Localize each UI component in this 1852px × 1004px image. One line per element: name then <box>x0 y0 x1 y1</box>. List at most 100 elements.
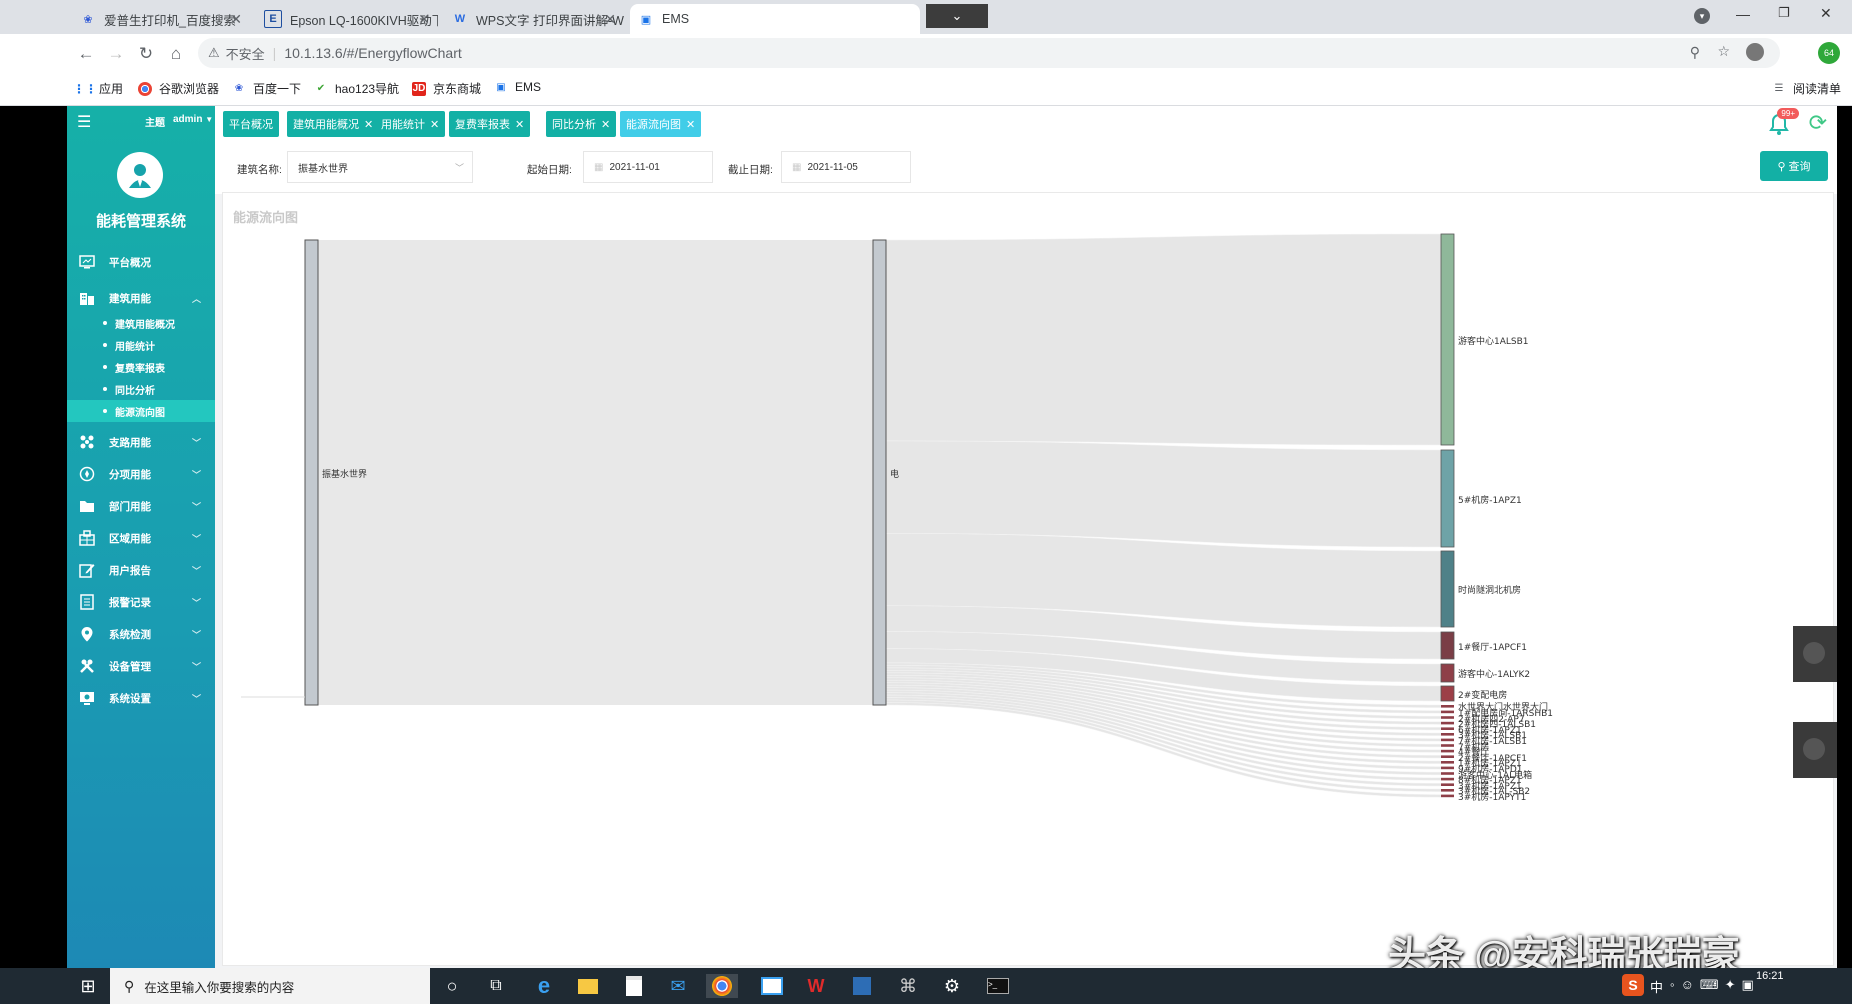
sidebar-subitem-overview[interactable]: 建筑用能概况 <box>67 312 215 334</box>
mail-icon[interactable]: ✉ <box>666 974 690 998</box>
sidebar-subitem-energy-flow[interactable]: 能源流向图 <box>67 400 215 422</box>
cortana-icon[interactable]: ○ <box>440 974 464 998</box>
chart-panel: 能源流向图 振基水世界电游客中心1ALSB1 5#机房-1APZ1 时尚隧洞北机房 1… <box>222 192 1834 966</box>
bookmark-baidu[interactable]: ❀ 百度一下 <box>232 80 301 97</box>
back-icon[interactable]: ← <box>74 42 98 66</box>
floating-video-button[interactable] <box>1793 722 1837 778</box>
sankey-node-target <box>1441 755 1454 758</box>
window-close-icon[interactable]: ✕ <box>1820 5 1832 22</box>
start-date-input[interactable]: ▦ 2021-11-01 <box>583 151 713 183</box>
tab-search-dropdown-button[interactable]: ⌄ <box>926 4 988 28</box>
sidebar-item-report[interactable]: 用户报告 ﹀ <box>67 556 215 584</box>
page-tab-yoy[interactable]: 同比分析 ✕ <box>546 111 617 137</box>
edge-icon[interactable]: e <box>532 973 556 998</box>
chrome-icon[interactable] <box>706 974 738 998</box>
close-tab-icon[interactable]: ✕ <box>418 11 430 28</box>
bookmark-chrome[interactable]: 谷歌浏览器 <box>138 80 219 97</box>
sidebar-item-building[interactable]: 建筑用能 ︿ <box>67 284 215 312</box>
bookmark-apps[interactable]: ⋮⋮ 应用 <box>73 80 123 97</box>
paint-icon[interactable] <box>850 974 874 998</box>
browser-tab-title: 爱普生打印机_百度搜索 <box>104 13 236 28</box>
extension-badge[interactable]: 64 <box>1818 42 1840 64</box>
home-icon[interactable]: ⌂ <box>164 42 188 66</box>
close-tab-icon[interactable]: ✕ <box>515 118 524 131</box>
network-tool-icon[interactable]: ⌘ <box>896 974 920 998</box>
page-tab-statistics[interactable]: 用能统计 ✕ <box>375 111 446 137</box>
url-text: 10.1.13.6/#/EnergyflowChart <box>284 45 462 61</box>
chevron-down-icon: ﹀ <box>454 163 464 173</box>
terminal-icon[interactable]: >_ <box>986 974 1010 998</box>
sidebar-item-device[interactable]: 设备管理 ﹀ <box>67 652 215 680</box>
zoom-icon[interactable]: ⚲ <box>1690 44 1700 61</box>
sidebar-item-detection[interactable]: 系统检测 ﹀ <box>67 620 215 648</box>
ime-language[interactable]: 中 <box>1650 977 1663 996</box>
hamburger-menu-icon[interactable]: ☰ <box>77 112 91 132</box>
search-button[interactable]: ⚲ 查询 <box>1760 151 1828 181</box>
browser-tab-epson[interactable]: E Epson LQ-1600KIVH驱动下载 ✕ <box>256 4 438 34</box>
close-tab-icon[interactable]: ✕ <box>601 118 610 131</box>
refresh-icon[interactable]: ⟳ <box>1809 110 1827 136</box>
gear-icon[interactable]: ⚙ <box>940 974 964 998</box>
close-tab-icon[interactable]: ✕ <box>230 11 242 28</box>
media-icon[interactable]: ▾ <box>1694 8 1710 24</box>
file-explorer-icon[interactable] <box>576 974 600 998</box>
floating-video-button[interactable] <box>1793 626 1837 682</box>
sidebar-subitem-yoy[interactable]: 同比分析 <box>67 378 215 400</box>
sidebar-item-itemized[interactable]: 分项用能 ﹀ <box>67 460 215 488</box>
baidu-icon: ❀ <box>234 83 244 94</box>
close-tab-icon[interactable]: ✕ <box>364 118 373 131</box>
caret-down-icon: ▼ <box>205 115 214 124</box>
sidebar-subitem-rate-report[interactable]: 复费率报表 <box>67 356 215 378</box>
sidebar-item-region[interactable]: 区域用能 ﹀ <box>67 524 215 552</box>
windows-start-icon[interactable]: ⊞ <box>76 974 100 998</box>
reading-list-icon: ☰ <box>1774 83 1784 94</box>
browser-tab-ems[interactable]: ▣ EMS <box>630 4 920 34</box>
store-icon[interactable] <box>622 974 646 998</box>
tray-icons[interactable]: ◦☺⌨✦▣ <box>1670 977 1760 993</box>
sankey-node-target <box>1441 710 1454 714</box>
browser-tab-baidu[interactable]: ❀ 爱普生打印机_百度搜索 ✕ <box>72 4 250 34</box>
sogou-ime-icon[interactable]: S <box>1622 974 1644 996</box>
close-tab-icon[interactable]: ✕ <box>430 118 439 131</box>
sankey-link <box>318 240 873 705</box>
chevron-up-icon: ︿ <box>191 294 201 304</box>
restore-icon[interactable]: ❐ <box>1778 5 1790 21</box>
sidebar-item-alarm[interactable]: 报警记录 ﹀ <box>67 588 215 616</box>
browser-tab-wps[interactable]: W WPS文字 打印界面讲解-WPS学 ✕ <box>444 4 624 34</box>
forward-icon[interactable]: → <box>104 42 128 66</box>
minimize-icon[interactable]: — <box>1736 6 1750 22</box>
calendar-icon: ▦ <box>792 161 802 173</box>
taskbar-search[interactable]: ⚲ 在这里输入你要搜索的内容 <box>110 968 430 1004</box>
sidebar-item-settings[interactable]: 系统设置 ﹀ <box>67 684 215 712</box>
filter-bar: 建筑名称: 振基水世界 ﹀ 起始日期: ▦ 2021-11-01 截止日期: ▦… <box>215 142 1837 194</box>
reading-list[interactable]: ☰ 阅读清单 <box>1772 80 1842 97</box>
bookmark-jd[interactable]: JD 京东商城 <box>412 80 481 97</box>
bookmark-star-icon[interactable]: ☆ <box>1717 43 1730 60</box>
theme-switcher[interactable]: 主题 <box>145 114 165 129</box>
close-tab-icon[interactable]: ✕ <box>686 118 695 131</box>
bookmark-hao123[interactable]: ✔ hao123导航 <box>314 80 399 97</box>
task-view-icon[interactable]: ⧉ <box>484 974 508 998</box>
building-select[interactable]: 振基水世界 ﹀ <box>287 151 473 183</box>
page-tab-energy-flow[interactable]: 能源流向图 ✕ <box>620 111 702 137</box>
system-name: 能耗管理系统 <box>95 213 186 230</box>
url-omnibox[interactable]: ⚠ 不安全 | 10.1.13.6/#/EnergyflowChart ⚲ ☆ <box>198 38 1780 68</box>
chevron-down-icon: ﹀ <box>191 502 201 512</box>
sidebar-item-platform[interactable]: 平台概况 <box>67 248 215 276</box>
sidebar-subitem-statistics[interactable]: 用能统计 <box>67 334 215 356</box>
user-menu[interactable]: admin ▼ <box>173 114 213 125</box>
sankey-label-target: 游客中心1ALSB1 <box>1458 336 1529 347</box>
page-tab-platform[interactable]: 平台概况 <box>223 111 279 137</box>
app-window-icon[interactable] <box>760 974 784 998</box>
sidebar-item-department[interactable]: 部门用能 ﹀ <box>67 492 215 520</box>
profile-avatar-icon[interactable] <box>1746 43 1764 61</box>
page-tab-building-overview[interactable]: 建筑用能概况 ✕ <box>287 111 380 137</box>
ems-icon: ▣ <box>496 81 506 93</box>
page-tab-rate-report[interactable]: 复费率报表 ✕ <box>449 111 531 137</box>
close-tab-icon[interactable]: ✕ <box>604 11 616 28</box>
reload-icon[interactable]: ↻ <box>134 42 158 66</box>
bookmark-ems[interactable]: ▣ EMS <box>494 80 541 94</box>
sidebar-item-branch[interactable]: 支路用能 ﹀ <box>67 428 215 456</box>
end-date-input[interactable]: ▦ 2021-11-05 <box>781 151 911 183</box>
wps-icon[interactable]: W <box>804 974 828 998</box>
